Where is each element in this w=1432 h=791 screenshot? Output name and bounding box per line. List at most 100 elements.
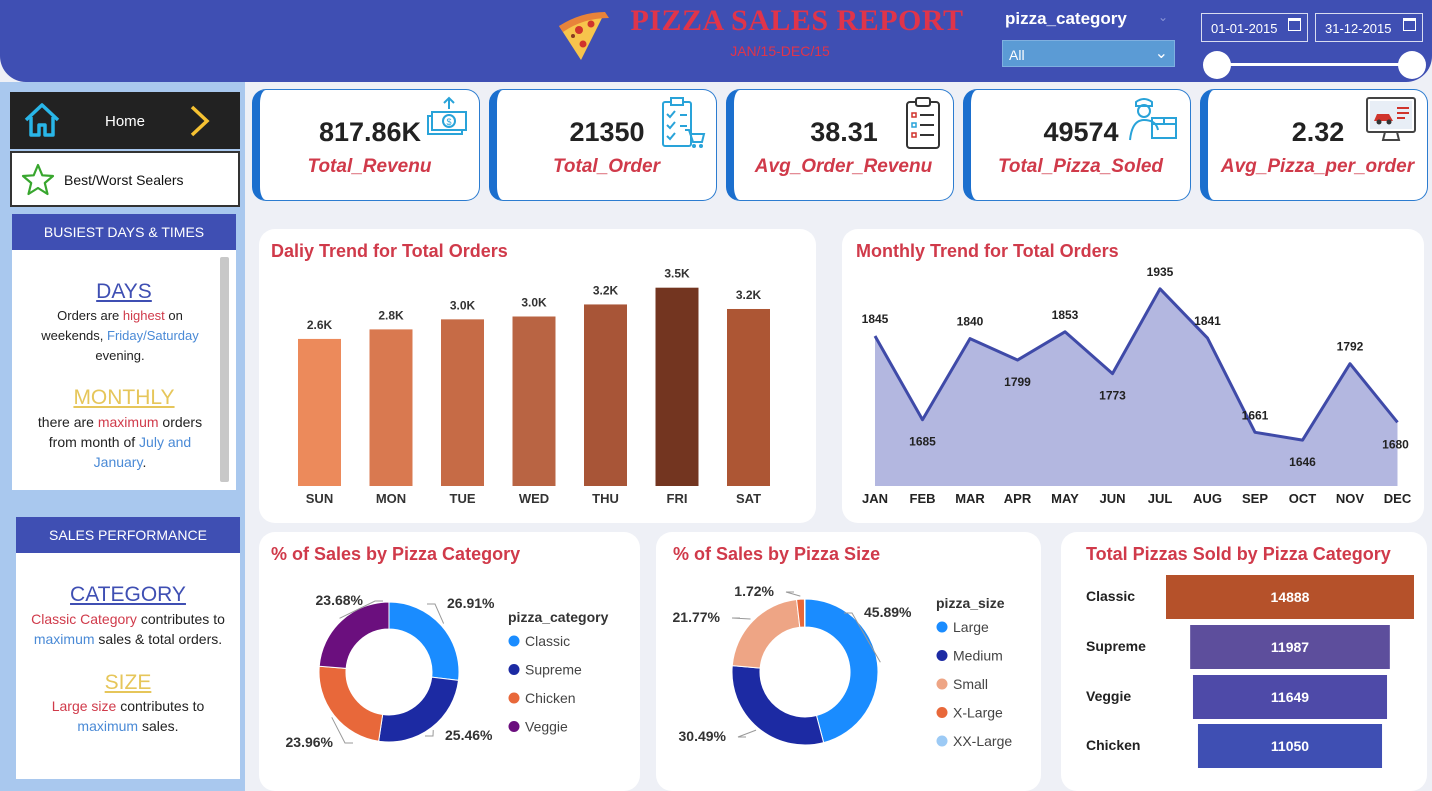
monthly-x-tick: AUG [1193, 491, 1222, 506]
legend-title: pizza_size [936, 595, 1005, 611]
donut-leader-line [731, 617, 751, 620]
donut-slice [803, 598, 806, 628]
date-range-end-handle[interactable] [1398, 51, 1426, 79]
pizzas-sold-value: 11649 [1271, 689, 1309, 705]
calendar-icon[interactable] [1288, 18, 1301, 31]
days-title: DAYS [96, 280, 152, 303]
category-slicer-value: All [1009, 47, 1025, 63]
monthly-line-2: from month of July and [48, 434, 192, 450]
daily-trend-chart: 2.6K SUN 2.8K MON 3.0K TUE 3.0K WED 3.2K THU 3.5K F… [298, 267, 770, 506]
daily-x-tick: TUE [450, 491, 476, 506]
monthly-point-label: 1792 [1337, 340, 1364, 354]
monthly-point-label: 1845 [862, 312, 889, 326]
kpi-card-total-pizza-sold: 49574 Total_Pizza_Soled [963, 89, 1191, 201]
legend-item: Supreme [525, 662, 582, 678]
size-title: SIZE [104, 671, 152, 694]
calendar-icon[interactable] [1403, 18, 1416, 31]
donut-slice [731, 665, 825, 746]
category-slicer-dropdown[interactable]: All ⌄ [1002, 40, 1175, 67]
slicer-collapse-icon[interactable]: ⌄ [1158, 10, 1168, 24]
monthly-x-tick: JUN [1099, 491, 1125, 506]
kpi-value: 38.31 [810, 117, 878, 147]
pizzas-sold-value: 11987 [1271, 639, 1309, 655]
money-icon: $ [427, 96, 467, 135]
performance-heading: SALES PERFORMANCE [16, 517, 240, 553]
donut-slice [388, 601, 460, 681]
date-start-value: 01-01-2015 [1211, 21, 1278, 36]
monthly-area [875, 288, 1398, 486]
daily-x-tick: THU [592, 491, 619, 506]
date-range-start-handle[interactable] [1203, 51, 1231, 79]
report-subtitle: JAN/15-DEC/15 [730, 43, 830, 59]
category-donut-chart: 26.91% 25.46% 23.96% 23.68% pizza_category Cl… [286, 592, 609, 750]
donut-slice-label: 25.46% [445, 727, 493, 743]
donut-slice [731, 598, 801, 669]
donut-slice-label: 21.77% [673, 609, 721, 625]
svg-text:$: $ [446, 117, 451, 127]
pizzas-sold-chart: 14888 Classic 11987 Supreme 11649 Veggie 11050… [1086, 575, 1414, 768]
daily-x-tick: WED [519, 491, 549, 506]
daily-bar-label: 2.6K [307, 318, 333, 332]
daily-trend-card: Daliy Trend for Total Orders 2.6K SUN 2.8K… [259, 229, 816, 523]
monthly-x-tick: JUL [1148, 491, 1173, 506]
monthly-x-tick: MAY [1051, 491, 1079, 506]
monthly-point-label: 1661 [1242, 408, 1269, 422]
pizzas-sold-category: Supreme [1086, 638, 1146, 654]
busiest-heading: BUSIEST DAYS & TIMES [12, 214, 236, 250]
legend-marker [508, 635, 520, 647]
kpi-card-total-order: 21350 Total_Order [489, 89, 717, 201]
legend-marker [508, 664, 520, 675]
busiest-scrollbar[interactable] [220, 257, 229, 482]
monthly-x-tick: SEP [1242, 491, 1268, 506]
monthly-point-label: 1841 [1194, 314, 1221, 328]
pizzas-sold-category: Chicken [1086, 737, 1140, 753]
kpi-card-avg-pizza-per-order: 2.32 Avg_Pizza_per_order [1200, 89, 1428, 201]
size-donut-chart: 45.89% 30.49% 21.77% 1.72% pizza_size Large Me… [673, 583, 1013, 749]
monthly-trend-card: Monthly Trend for Total Orders 1845 JAN 16… [842, 229, 1424, 523]
date-range-slider-track[interactable] [1218, 63, 1412, 66]
donut-slice-label: 23.68% [316, 592, 364, 608]
donut-slice-label: 26.91% [447, 595, 495, 611]
legend-item: Chicken [525, 690, 576, 706]
nav-best-worst-button[interactable]: Best/Worst Sealers [10, 151, 240, 207]
monthly-x-tick: DEC [1384, 491, 1412, 506]
monthly-x-tick: MAR [955, 491, 985, 506]
size-line-2: maximum sales. [77, 718, 179, 734]
monthly-point-label: 1646 [1289, 455, 1316, 469]
pizza-slice-icon [559, 12, 609, 60]
daily-bar [369, 329, 413, 486]
date-start-input[interactable]: 01-01-2015 [1201, 13, 1308, 42]
daily-x-tick: FRI [667, 491, 688, 506]
donut-slice [318, 601, 390, 669]
pizzas-sold-category: Veggie [1086, 688, 1131, 704]
monthly-point-label: 1773 [1099, 389, 1126, 403]
legend-title: pizza_category [508, 609, 609, 625]
daily-bar-label: 3.0K [450, 298, 476, 312]
daily-bar [727, 308, 770, 486]
chevron-right-icon [190, 105, 210, 137]
pizzas-sold-value: 14888 [1271, 589, 1310, 605]
monthly-point-label: 1799 [1004, 375, 1031, 389]
nav-home-button[interactable]: Home [10, 92, 240, 149]
category-line-2: maximum sales & total orders. [33, 631, 223, 647]
monthly-point-label: 1840 [957, 315, 984, 329]
pizzas-sold-value: 11050 [1271, 738, 1309, 754]
daily-bar [441, 319, 484, 486]
monthly-x-tick: FEB [910, 491, 936, 506]
date-end-input[interactable]: 31-12-2015 [1315, 13, 1423, 42]
days-line-2: weekends, Friday/Saturday [41, 328, 199, 343]
legend-item: Veggie [525, 719, 568, 735]
category-slicer-label: pizza_category [1005, 9, 1127, 28]
legend-marker [936, 650, 948, 661]
nav-home-label: Home [105, 113, 146, 130]
pizzas-sold-card: Total Pizzas Sold by Pizza Category 1488… [1061, 532, 1427, 791]
donut-leader-line [737, 729, 757, 738]
legend-marker [936, 678, 948, 690]
donut-slice-label: 1.72% [734, 583, 774, 599]
monthly-trend-chart: 1845 JAN 1685 FEB 1840 MAR 1799 APR 1853 MAY 1773 J… [862, 265, 1412, 506]
legend-marker [936, 621, 948, 633]
daily-bar-label: 3.5K [664, 267, 690, 281]
daily-bar-label: 3.0K [521, 295, 547, 309]
kpi-card-avg-order-revenue: 38.31 Avg_Order_Revenu [726, 89, 954, 201]
monthly-title: MONTHLY [73, 386, 175, 409]
